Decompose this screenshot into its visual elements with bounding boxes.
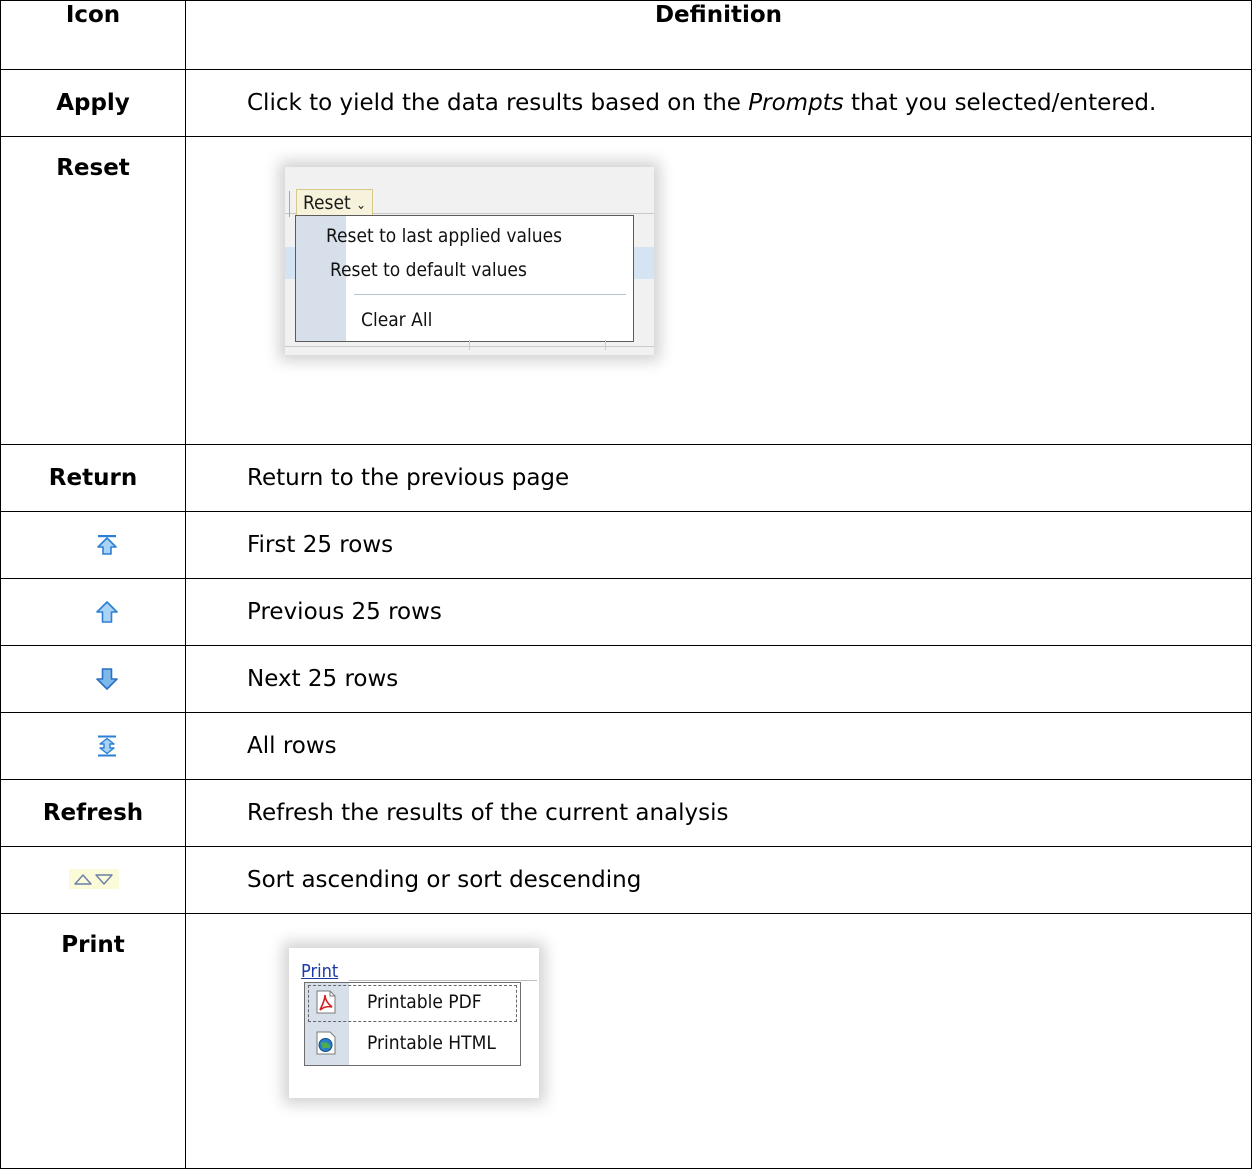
icon-definition-table: Icon Definition Apply Click to yield the… (0, 0, 1252, 1169)
menu-item-printable-pdf[interactable]: Printable PDF (367, 990, 482, 1014)
reset-dropdown-menu: Reset to last applied values Reset to de… (295, 215, 634, 342)
table-row-sort: Sort ascending or sort descending (0, 846, 1252, 914)
menu-item-printable-html[interactable]: Printable HTML (367, 1031, 496, 1055)
table-header-row: Icon Definition (0, 0, 1252, 70)
table-row-previous: Previous 25 rows (0, 578, 1252, 646)
print-definition: Print Printable PDF Printable HTML (185, 913, 1252, 1169)
header-icon: Icon (0, 0, 186, 70)
table-row-refresh: Refresh Refresh the results of the curre… (0, 779, 1252, 847)
all-rows-definition: All rows (185, 712, 1252, 780)
print-menu-screenshot: Print Printable PDF Printable HTML (289, 948, 539, 1098)
reset-label: Reset (56, 155, 130, 181)
previous-rows-definition: Previous 25 rows (185, 578, 1252, 646)
table-row-next: Next 25 rows (0, 645, 1252, 713)
previous-rows-icon[interactable] (95, 600, 119, 624)
menu-item-clear-all[interactable]: Clear All (361, 308, 432, 332)
return-definition: Return to the previous page (185, 444, 1252, 512)
prompts-term: Prompts (748, 90, 844, 116)
refresh-definition: Refresh the results of the current analy… (185, 779, 1252, 847)
apply-definition: Click to yield the data results based on… (185, 69, 1252, 137)
menu-item-reset-default[interactable]: Reset to default values (330, 258, 527, 282)
first-rows-definition: First 25 rows (185, 511, 1252, 579)
all-rows-icon[interactable] (95, 734, 119, 758)
reset-menu-screenshot: Reset ⌄ Reset to last applied values Res… (285, 167, 654, 355)
table-row-return: Return Return to the previous page (0, 444, 1252, 512)
print-label: Print (61, 932, 125, 958)
sort-ascending-descending-icon[interactable] (69, 869, 119, 889)
next-rows-icon[interactable] (95, 667, 119, 691)
table-row-reset: Reset Reset ⌄ Reset to last applied valu… (0, 136, 1252, 445)
chevron-down-icon: ⌄ (356, 198, 366, 213)
table-row-print: Print Print Printable PDF Printable HTML (0, 913, 1252, 1169)
reset-dropdown-button[interactable]: Reset ⌄ (296, 189, 373, 217)
reset-definition: Reset ⌄ Reset to last applied values Res… (185, 136, 1252, 445)
print-link[interactable]: Print (301, 962, 338, 982)
apply-label: Apply (56, 90, 130, 116)
refresh-label: Refresh (42, 800, 144, 826)
table-row-all: All rows (0, 712, 1252, 780)
next-rows-definition: Next 25 rows (185, 645, 1252, 713)
return-label: Return (48, 465, 138, 491)
table-row-apply: Apply Click to yield the data results ba… (0, 69, 1252, 137)
html-globe-icon (316, 1031, 336, 1055)
table-row-first: First 25 rows (0, 511, 1252, 579)
header-definition: Definition (185, 0, 1252, 70)
print-dropdown-menu: Printable PDF Printable HTML (304, 982, 521, 1066)
menu-item-reset-last-applied[interactable]: Reset to last applied values (326, 224, 562, 248)
pdf-icon (316, 990, 336, 1014)
sort-definition: Sort ascending or sort descending (185, 846, 1252, 914)
first-rows-icon[interactable] (95, 533, 119, 557)
